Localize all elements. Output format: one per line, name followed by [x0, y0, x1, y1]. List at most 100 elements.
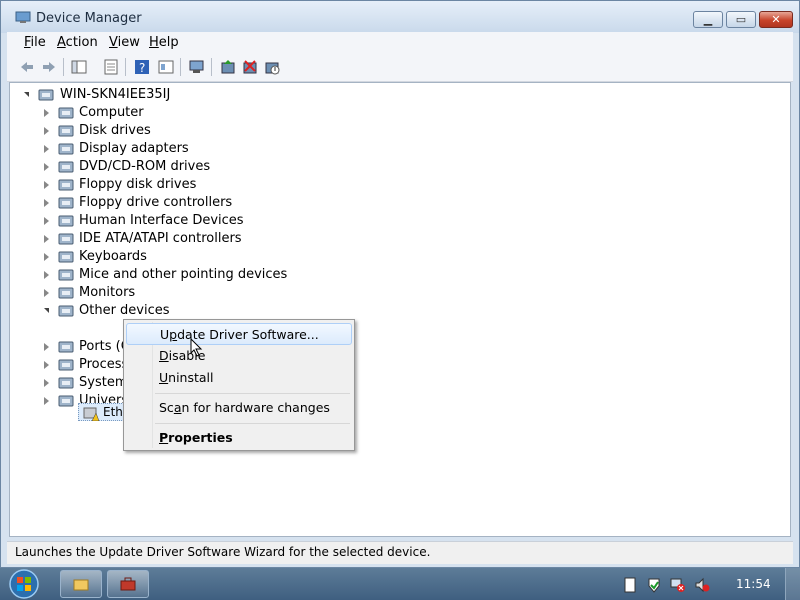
tree-root-label: WIN-SKN4IEE35IJ	[60, 87, 171, 102]
action-center-icon[interactable]	[646, 577, 662, 593]
menu-bar: File Action View Help	[7, 32, 793, 53]
expander-closed-icon[interactable]	[44, 217, 49, 225]
uninstall-icon[interactable]	[242, 59, 258, 75]
menu-action[interactable]: Action	[57, 35, 98, 50]
system-device-icon	[58, 377, 74, 389]
status-text: Launches the Update Driver Software Wiza…	[15, 545, 431, 559]
menu-file[interactable]: File	[24, 35, 46, 50]
svg-text:?: ?	[139, 61, 145, 75]
start-button[interactable]	[4, 568, 44, 600]
tree-item-label: Other devices	[79, 303, 170, 318]
show-hide-tree-icon[interactable]	[71, 59, 87, 75]
expander-closed-icon[interactable]	[44, 289, 49, 297]
menu-view-accel: V	[109, 35, 118, 50]
menu-action-accel: A	[57, 35, 66, 50]
volume-muted-icon[interactable]	[694, 577, 710, 593]
expander-closed-icon[interactable]	[44, 163, 49, 171]
show-desktop-button[interactable]	[785, 568, 800, 600]
context-menu: Update Driver Software... Disable Uninstal…	[123, 319, 355, 451]
window-title: Device Manager	[36, 11, 142, 26]
taskbar-explorer-button[interactable]	[60, 570, 102, 598]
menu-help[interactable]: Help	[149, 35, 179, 50]
expander-closed-icon[interactable]	[44, 181, 49, 189]
disable-icon[interactable]	[264, 59, 280, 75]
other-devices-icon	[58, 305, 74, 317]
context-menu-item[interactable]: Disable	[126, 345, 352, 367]
expander-closed-icon[interactable]	[44, 271, 49, 279]
expander-closed-icon[interactable]	[44, 379, 49, 387]
warning-device-icon	[83, 407, 99, 421]
expander-open-icon[interactable]	[24, 92, 29, 97]
ide-controller-icon	[58, 233, 74, 245]
expander-closed-icon[interactable]	[44, 109, 49, 117]
expander-closed-icon[interactable]	[44, 253, 49, 261]
network-icon[interactable]	[670, 577, 686, 593]
toggle-view-icon[interactable]	[158, 59, 174, 75]
processor-icon	[58, 359, 74, 371]
folder-icon	[73, 579, 89, 591]
tree-item-label: Display adapters	[79, 141, 189, 156]
port-icon	[58, 341, 74, 353]
taskbar: 11:54	[0, 568, 800, 600]
context-menu-item[interactable]: Scan for hardware changes	[126, 397, 352, 419]
disk-drive-icon	[58, 125, 74, 137]
context-menu-item[interactable]: Uninstall	[126, 367, 352, 389]
tree-item-label: Mice and other pointing devices	[79, 267, 288, 282]
context-menu-separator	[155, 393, 350, 394]
tree-item-label: Computer	[79, 105, 144, 120]
menu-help-label: elp	[158, 35, 179, 50]
back-icon[interactable]	[19, 59, 35, 75]
toolbox-icon	[120, 577, 136, 591]
forward-icon[interactable]	[41, 59, 57, 75]
dvd-drive-icon	[58, 161, 74, 173]
expander-open-icon[interactable]	[44, 308, 49, 313]
display-adapter-icon	[58, 143, 74, 155]
status-bar: Launches the Update Driver Software Wiza…	[7, 541, 793, 564]
expander-closed-icon[interactable]	[44, 127, 49, 135]
context-menu-item-label: Properties	[159, 430, 233, 445]
expander-closed-icon[interactable]	[44, 343, 49, 351]
context-menu-item[interactable]: Update Driver Software...	[126, 323, 352, 345]
expander-closed-icon[interactable]	[44, 397, 49, 405]
device-manager-icon	[15, 11, 31, 23]
expander-closed-icon[interactable]	[44, 361, 49, 369]
tree-item-label: Keyboards	[79, 249, 147, 264]
toolbar: ?	[7, 53, 793, 82]
usb-icon	[58, 395, 74, 407]
context-menu-item-label: Update Driver Software...	[160, 327, 319, 342]
minimize-button[interactable]: ▁	[693, 11, 723, 28]
context-menu-item[interactable]: Properties	[126, 427, 352, 449]
title-bar[interactable]: Device Manager ▁ ▭ ✕	[1, 1, 799, 33]
toolbar-separator	[125, 58, 126, 76]
context-menu-separator	[155, 423, 350, 424]
monitor-icon	[58, 287, 74, 299]
floppy-disk-icon	[58, 179, 74, 191]
tray-document-icon[interactable]	[622, 577, 638, 593]
tree-item-label: Disk drives	[79, 123, 151, 138]
menu-view[interactable]: View	[109, 35, 140, 50]
tree-item-label: Floppy disk drives	[79, 177, 197, 192]
close-button[interactable]: ✕	[759, 11, 793, 28]
clock[interactable]: 11:54	[736, 577, 771, 591]
mouse-icon	[58, 269, 74, 281]
device-tree[interactable]: WIN-SKN4IEE35IJ Computer Disk drives Displa…	[9, 82, 791, 537]
tree-item-label: Monitors	[79, 285, 136, 300]
keyboard-icon	[58, 251, 74, 263]
toolbar-separator	[211, 58, 212, 76]
help-icon[interactable]: ?	[134, 59, 150, 75]
update-driver-icon[interactable]	[220, 59, 236, 75]
expander-closed-icon[interactable]	[44, 235, 49, 243]
taskbar-device-manager-button[interactable]	[107, 570, 149, 598]
tree-item-label: Human Interface Devices	[79, 213, 244, 228]
context-menu-item-label: Uninstall	[159, 370, 214, 385]
scan-hardware-icon[interactable]	[189, 59, 205, 75]
menu-action-label: ction	[65, 35, 98, 50]
expander-closed-icon[interactable]	[44, 145, 49, 153]
tree-item-label: DVD/CD-ROM drives	[79, 159, 211, 174]
properties-icon[interactable]	[103, 59, 119, 75]
tree-item-label: Floppy drive controllers	[79, 195, 233, 210]
maximize-button[interactable]: ▭	[726, 11, 756, 28]
expander-closed-icon[interactable]	[44, 199, 49, 207]
toolbar-separator	[63, 58, 64, 76]
toolbar-separator	[180, 58, 181, 76]
